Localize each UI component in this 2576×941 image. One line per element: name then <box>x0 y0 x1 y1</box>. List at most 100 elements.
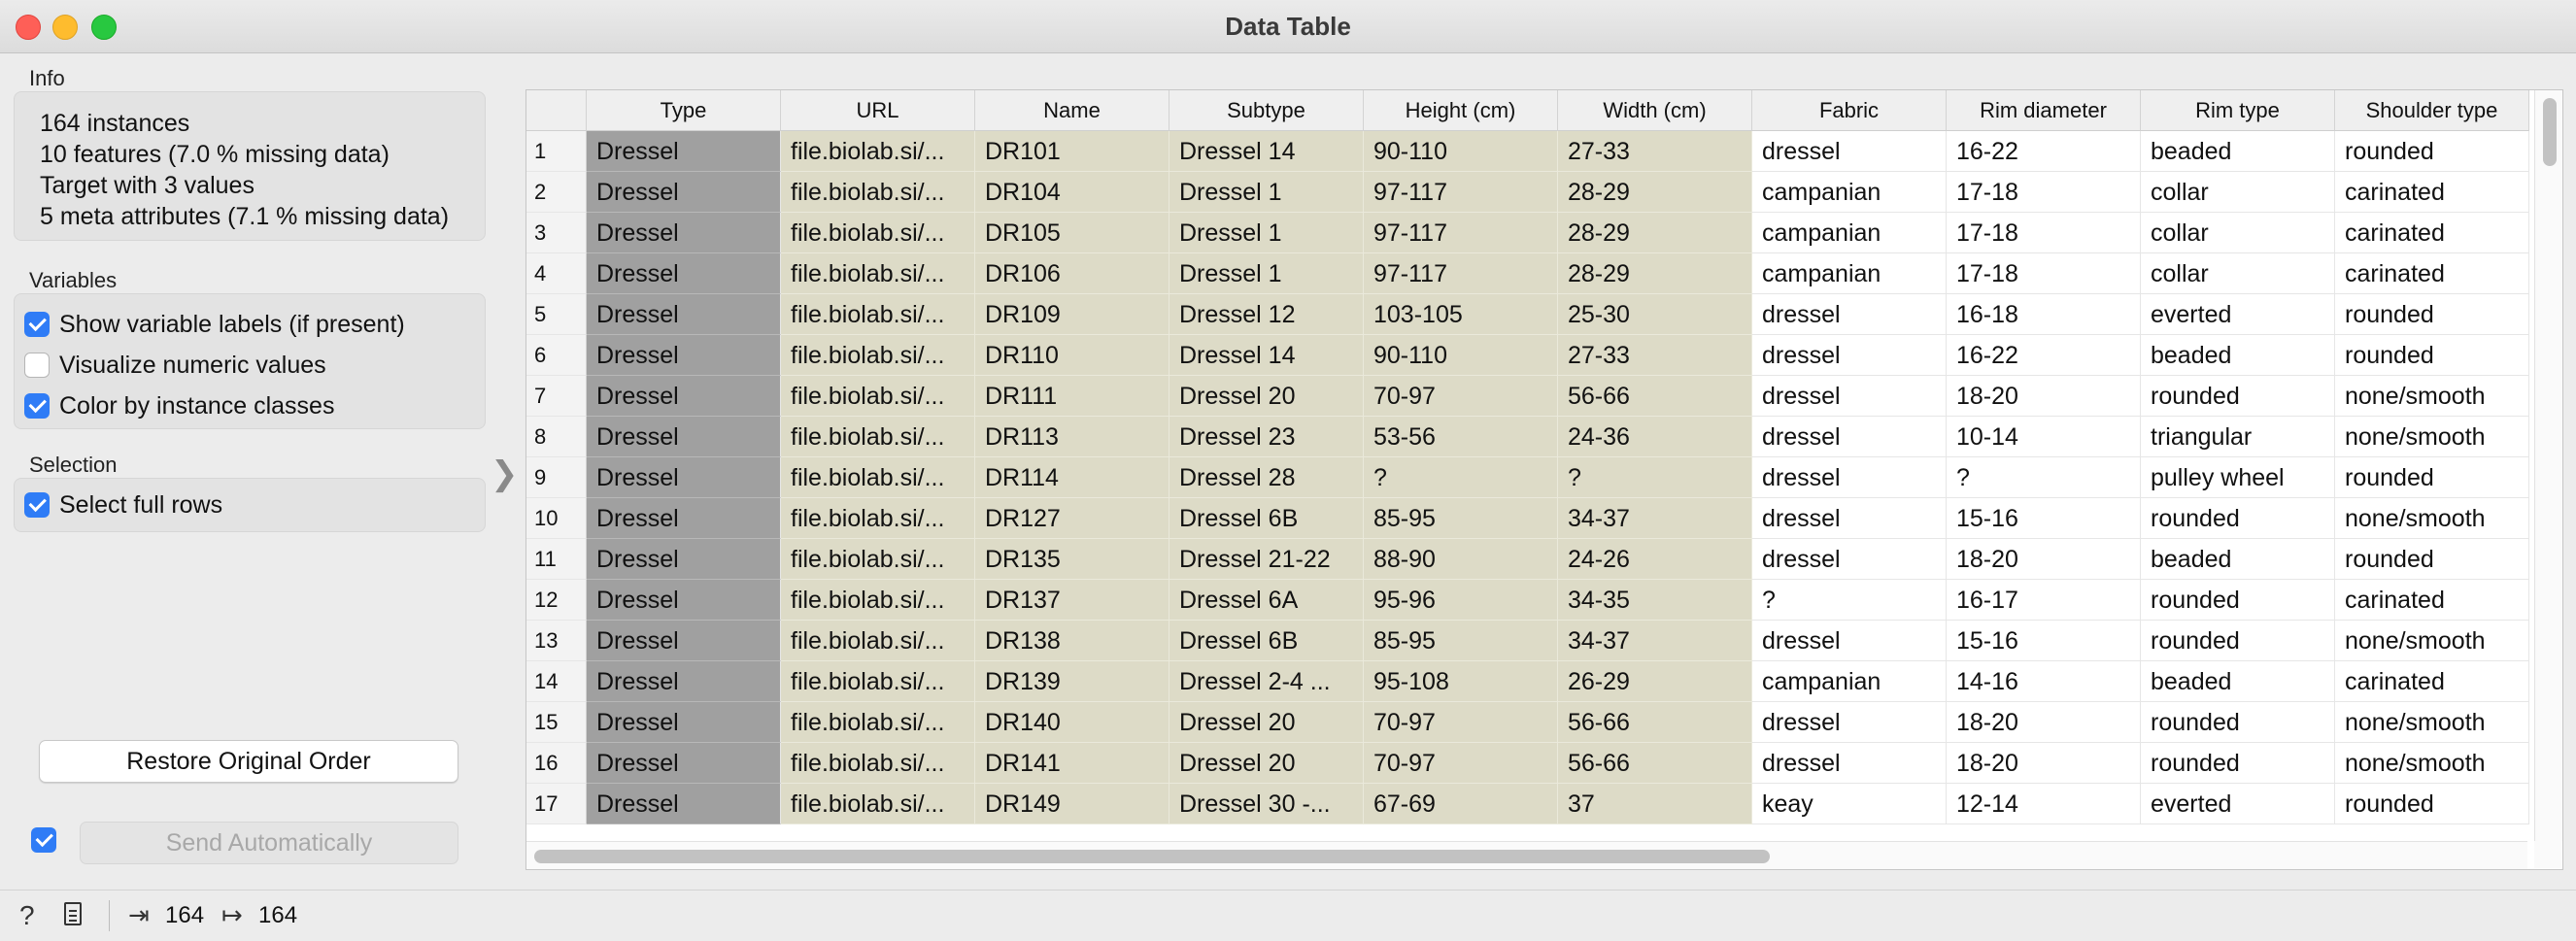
cell-height[interactable]: 88-90 <box>1364 539 1558 580</box>
cell-fabric[interactable]: dressel <box>1752 539 1947 580</box>
cell-url[interactable]: file.biolab.si/... <box>781 335 975 376</box>
cell-name[interactable]: DR113 <box>975 417 1169 457</box>
cell-type[interactable]: Dressel <box>587 621 781 661</box>
cell-url[interactable]: file.biolab.si/... <box>781 661 975 702</box>
cell-subtype[interactable]: Dressel 6B <box>1169 621 1364 661</box>
cell-height[interactable]: 85-95 <box>1364 498 1558 539</box>
cell-url[interactable]: file.biolab.si/... <box>781 580 975 621</box>
cell-rim-diameter[interactable]: 10-14 <box>1947 417 2141 457</box>
cell-rim-type[interactable]: pulley wheel <box>2141 457 2335 498</box>
cell-width[interactable]: 56-66 <box>1558 376 1752 417</box>
cell-name[interactable]: DR138 <box>975 621 1169 661</box>
cell-name[interactable]: DR104 <box>975 172 1169 213</box>
cell-rim-type[interactable]: beaded <box>2141 661 2335 702</box>
cell-height[interactable]: 90-110 <box>1364 335 1558 376</box>
cell-width[interactable]: 34-37 <box>1558 498 1752 539</box>
splitter-arrow-icon[interactable]: ❯ <box>491 454 519 493</box>
cell-name[interactable]: DR141 <box>975 743 1169 784</box>
column-header-name[interactable]: Name <box>975 90 1169 131</box>
cell-name[interactable]: DR139 <box>975 661 1169 702</box>
cell-fabric[interactable]: dressel <box>1752 457 1947 498</box>
column-header-url[interactable]: URL <box>781 90 975 131</box>
table-row[interactable]: 3 Dressel file.biolab.si/... DR105 Dressel 1… <box>526 213 2529 253</box>
cell-name[interactable]: DR114 <box>975 457 1169 498</box>
cell-subtype[interactable]: Dressel 28 <box>1169 457 1364 498</box>
cell-type[interactable]: Dressel <box>587 213 781 253</box>
cell-shoulder-type[interactable]: rounded <box>2335 131 2529 172</box>
show-variable-labels-checkbox[interactable] <box>24 312 50 337</box>
cell-height[interactable]: 95-96 <box>1364 580 1558 621</box>
cell-shoulder-type[interactable]: carinated <box>2335 172 2529 213</box>
cell-width[interactable]: 34-35 <box>1558 580 1752 621</box>
cell-type[interactable]: Dressel <box>587 376 781 417</box>
cell-fabric[interactable]: keay <box>1752 784 1947 824</box>
cell-height[interactable]: 97-117 <box>1364 253 1558 294</box>
color-by-classes-option[interactable]: Color by instance classes <box>24 389 334 422</box>
cell-type[interactable]: Dressel <box>587 580 781 621</box>
cell-rim-type[interactable]: triangular <box>2141 417 2335 457</box>
table-row[interactable]: 10 Dressel file.biolab.si/... DR127 Dressel … <box>526 498 2529 539</box>
cell-row-index[interactable]: 12 <box>526 580 587 621</box>
horizontal-scrollbar[interactable] <box>526 841 2527 869</box>
cell-rim-type[interactable]: everted <box>2141 294 2335 335</box>
cell-width[interactable]: 24-26 <box>1558 539 1752 580</box>
table-row[interactable]: 12 Dressel file.biolab.si/... DR137 Dressel … <box>526 580 2529 621</box>
cell-rim-diameter[interactable]: 18-20 <box>1947 376 2141 417</box>
cell-shoulder-type[interactable]: carinated <box>2335 253 2529 294</box>
cell-width[interactable]: 24-36 <box>1558 417 1752 457</box>
cell-height[interactable]: 67-69 <box>1364 784 1558 824</box>
cell-rim-type[interactable]: rounded <box>2141 498 2335 539</box>
cell-width[interactable]: 28-29 <box>1558 253 1752 294</box>
cell-type[interactable]: Dressel <box>587 457 781 498</box>
color-by-classes-checkbox[interactable] <box>24 393 50 419</box>
cell-row-index[interactable]: 5 <box>526 294 587 335</box>
column-header-subtype[interactable]: Subtype <box>1169 90 1364 131</box>
cell-name[interactable]: DR110 <box>975 335 1169 376</box>
cell-row-index[interactable]: 13 <box>526 621 587 661</box>
cell-row-index[interactable]: 8 <box>526 417 587 457</box>
cell-rim-diameter[interactable]: 16-22 <box>1947 335 2141 376</box>
cell-height[interactable]: 70-97 <box>1364 376 1558 417</box>
cell-type[interactable]: Dressel <box>587 131 781 172</box>
cell-row-index[interactable]: 11 <box>526 539 587 580</box>
cell-url[interactable]: file.biolab.si/... <box>781 498 975 539</box>
header-corner[interactable] <box>526 90 587 131</box>
cell-fabric[interactable]: campanian <box>1752 661 1947 702</box>
cell-width[interactable]: 34-37 <box>1558 621 1752 661</box>
table-row[interactable]: 5 Dressel file.biolab.si/... DR109 Dressel 1… <box>526 294 2529 335</box>
cell-type[interactable]: Dressel <box>587 498 781 539</box>
cell-rim-diameter[interactable]: ? <box>1947 457 2141 498</box>
cell-height[interactable]: 103-105 <box>1364 294 1558 335</box>
cell-width[interactable]: ? <box>1558 457 1752 498</box>
table-row[interactable]: 11 Dressel file.biolab.si/... DR135 Dressel … <box>526 539 2529 580</box>
cell-height[interactable]: 97-117 <box>1364 172 1558 213</box>
cell-rim-diameter[interactable]: 16-17 <box>1947 580 2141 621</box>
cell-url[interactable]: file.biolab.si/... <box>781 213 975 253</box>
cell-width[interactable]: 26-29 <box>1558 661 1752 702</box>
cell-type[interactable]: Dressel <box>587 253 781 294</box>
cell-rim-type[interactable]: collar <box>2141 172 2335 213</box>
cell-name[interactable]: DR137 <box>975 580 1169 621</box>
cell-url[interactable]: file.biolab.si/... <box>781 294 975 335</box>
restore-original-order-button[interactable]: Restore Original Order <box>39 740 458 783</box>
cell-height[interactable]: 70-97 <box>1364 702 1558 743</box>
cell-type[interactable]: Dressel <box>587 335 781 376</box>
cell-url[interactable]: file.biolab.si/... <box>781 743 975 784</box>
table-row[interactable]: 9 Dressel file.biolab.si/... DR114 Dressel 2… <box>526 457 2529 498</box>
cell-rim-type[interactable]: rounded <box>2141 580 2335 621</box>
cell-rim-diameter[interactable]: 15-16 <box>1947 498 2141 539</box>
data-table[interactable]: Type URL Name Subtype Height (cm) Width (cm) F… <box>525 89 2563 870</box>
cell-fabric[interactable]: dressel <box>1752 498 1947 539</box>
cell-subtype[interactable]: Dressel 1 <box>1169 213 1364 253</box>
table-row[interactable]: 7 Dressel file.biolab.si/... DR111 Dressel 2… <box>526 376 2529 417</box>
column-header-rim-type[interactable]: Rim type <box>2141 90 2335 131</box>
cell-url[interactable]: file.biolab.si/... <box>781 784 975 824</box>
cell-subtype[interactable]: Dressel 20 <box>1169 702 1364 743</box>
cell-height[interactable]: 70-97 <box>1364 743 1558 784</box>
cell-subtype[interactable]: Dressel 21-22 <box>1169 539 1364 580</box>
cell-type[interactable]: Dressel <box>587 784 781 824</box>
cell-name[interactable]: DR135 <box>975 539 1169 580</box>
cell-height[interactable]: 97-117 <box>1364 213 1558 253</box>
cell-row-index[interactable]: 6 <box>526 335 587 376</box>
table-row[interactable]: 14 Dressel file.biolab.si/... DR139 Dressel … <box>526 661 2529 702</box>
